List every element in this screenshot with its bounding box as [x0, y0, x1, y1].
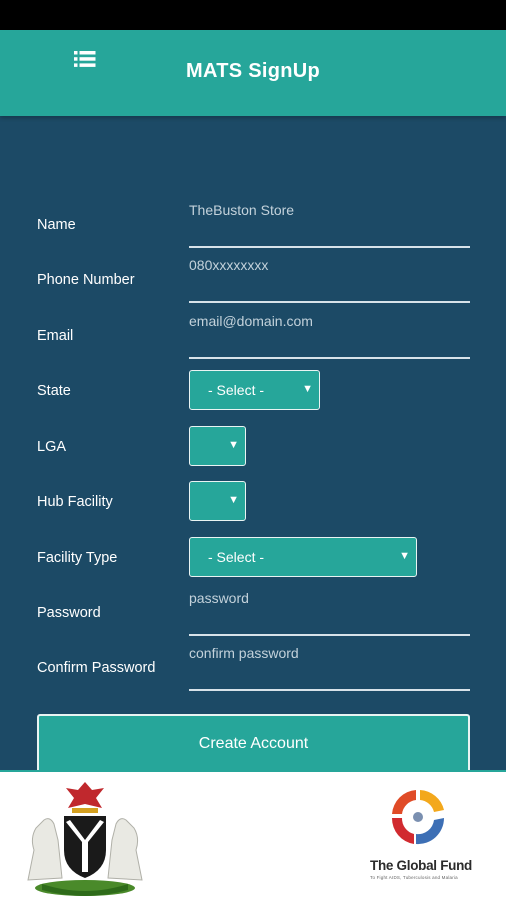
signup-form: Name TheBuston Store Phone Number 080xxx…	[0, 116, 506, 774]
hub-facility-select[interactable]: ▼	[189, 481, 246, 521]
state-label: State	[37, 383, 71, 399]
phone-label: Phone Number	[37, 272, 135, 288]
name-field[interactable]: TheBuston Store	[189, 202, 470, 248]
lga-label: LGA	[37, 439, 67, 455]
coat-of-arms-logo	[27, 782, 143, 896]
confirm-password-field[interactable]: confirm password	[189, 645, 470, 691]
state-select-value: - Select -	[208, 382, 265, 398]
global-fund-tagline: To Fight AIDS, Tuberculosis and Malaria	[370, 875, 458, 880]
dropdown-arrow-icon: ▼	[399, 550, 410, 562]
facility-type-select[interactable]: - Select - ▼	[189, 537, 417, 577]
create-account-label: Create Account	[198, 735, 309, 752]
dropdown-arrow-icon: ▼	[228, 494, 239, 506]
global-fund-logo	[391, 790, 445, 845]
email-field-value: email@domain.com	[189, 313, 313, 329]
dropdown-arrow-icon: ▼	[302, 383, 313, 395]
dropdown-arrow-icon: ▼	[228, 439, 239, 451]
create-account-button[interactable]: Create Account	[37, 714, 470, 774]
hub-facility-label: Hub Facility	[37, 494, 113, 510]
page-title: MATS SignUp	[185, 60, 321, 82]
app-bar: MATS SignUp	[0, 30, 506, 116]
email-field[interactable]: email@domain.com	[189, 313, 470, 359]
status-bar	[0, 0, 506, 30]
global-fund-name: The Global Fund	[370, 858, 472, 873]
password-label: Password	[37, 605, 101, 621]
footer: The Global Fund To Fight AIDS, Tuberculo…	[0, 770, 506, 902]
password-field[interactable]: password	[189, 590, 470, 636]
name-label: Name	[37, 217, 76, 233]
facility-type-label: Facility Type	[37, 550, 118, 566]
confirm-password-label: Confirm Password	[37, 660, 156, 676]
facility-type-select-value: - Select -	[208, 549, 265, 565]
state-select[interactable]: - Select - ▼	[189, 370, 320, 410]
phone-field[interactable]: 080xxxxxxxx	[189, 257, 470, 303]
name-field-value: TheBuston Store	[189, 202, 295, 218]
password-placeholder: password	[189, 590, 249, 606]
lga-select[interactable]: ▼	[189, 426, 246, 466]
phone-field-value: 080xxxxxxxx	[189, 257, 269, 273]
email-label: Email	[37, 328, 74, 344]
confirm-password-placeholder: confirm password	[189, 645, 299, 661]
